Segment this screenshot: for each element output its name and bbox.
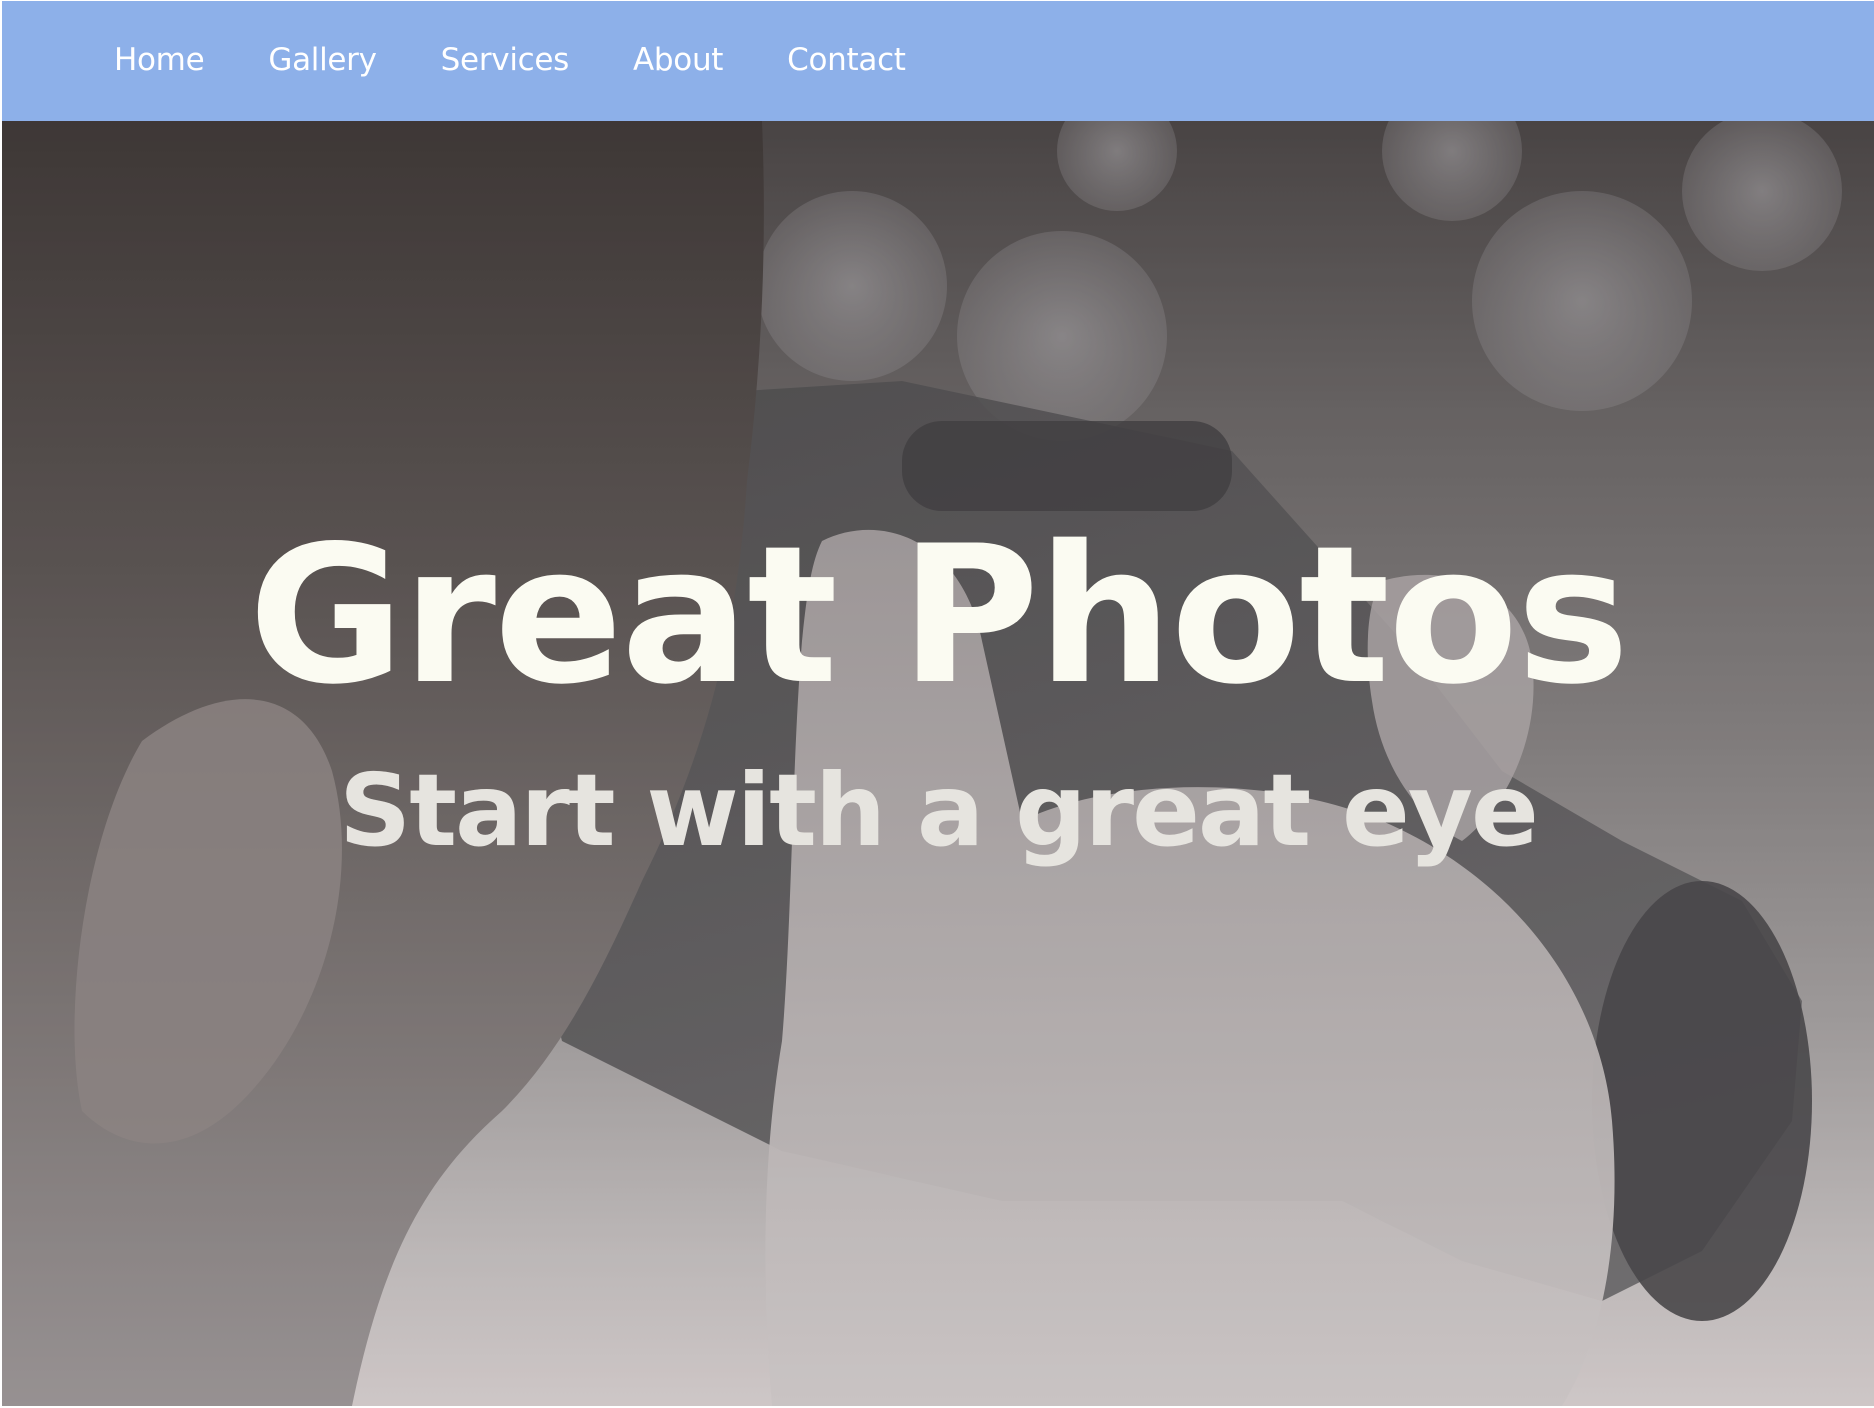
hero-section: Great Photos Start with a great eye (2, 121, 1874, 1406)
nav-item-home: Home (114, 44, 268, 77)
nav-item-contact: Contact (787, 44, 970, 77)
hero-subtitle: Start with a great eye (339, 752, 1539, 869)
nav-item-gallery: Gallery (268, 44, 440, 77)
hero-title: Great Photos (248, 505, 1629, 726)
nav-item-about: About (633, 44, 787, 77)
nav-link-home[interactable]: Home (114, 44, 205, 76)
nav-item-services: Services (441, 44, 633, 77)
page: Home Gallery Services About Contact Grea… (0, 0, 1874, 1408)
nav-link-about[interactable]: About (633, 44, 723, 76)
top-navigation-bar: Home Gallery Services About Contact (2, 1, 1874, 121)
nav-link-contact[interactable]: Contact (787, 44, 906, 76)
nav-menu: Home Gallery Services About Contact (2, 1, 1874, 121)
nav-link-gallery[interactable]: Gallery (268, 44, 377, 76)
nav-link-services[interactable]: Services (441, 44, 570, 76)
